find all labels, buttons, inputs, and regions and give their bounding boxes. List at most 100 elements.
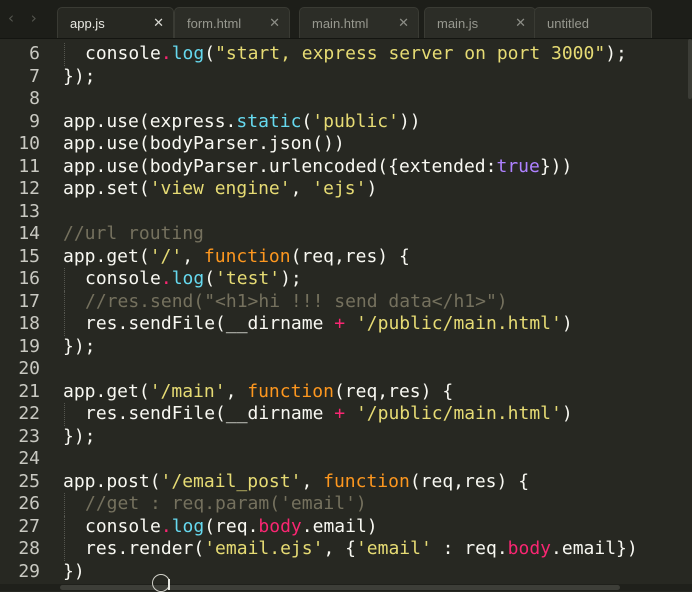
code-line[interactable]: 9 app.use(express.static('public'))	[0, 111, 692, 134]
code-token: )	[561, 313, 573, 334]
code-token: (	[301, 110, 313, 132]
line-number: 11	[18, 155, 40, 177]
close-icon[interactable]: ✕	[153, 15, 164, 31]
line-number: 15	[18, 245, 40, 267]
close-icon[interactable]: ✕	[398, 15, 409, 31]
code-token: function	[247, 380, 334, 402]
code-line[interactable]: 21 app.get('/main', function(req,res) {	[0, 381, 692, 404]
tab-main-js[interactable]: main.js ✕	[424, 7, 536, 38]
code-token: app.get(	[63, 380, 150, 402]
code-token: //get : req.param('email')	[85, 493, 367, 514]
code-text: app.get('/', function(req,res) {	[63, 246, 410, 269]
code-token: app.use(express.	[63, 110, 237, 132]
code-text: });	[63, 426, 96, 449]
code-token: +	[334, 313, 346, 334]
code-token: 'test'	[215, 268, 281, 289]
code-token: );	[280, 268, 302, 289]
tab-app-js[interactable]: app.js ✕	[57, 7, 174, 38]
code-line[interactable]: 15 app.get('/', function(req,res) {	[0, 246, 692, 269]
code-line[interactable]: 20	[0, 358, 692, 381]
vertical-scrollbar[interactable]	[688, 39, 692, 584]
tab-untitled[interactable]: untitled	[534, 7, 652, 38]
code-token: (req,res) {	[409, 470, 530, 492]
code-token: console	[85, 515, 161, 537]
code-token: ,	[182, 245, 204, 267]
code-text: app.post('/email_post', function(req,res…	[63, 471, 529, 494]
code-line[interactable]: 25 app.post('/email_post', function(req,r…	[0, 471, 692, 494]
code-line[interactable]: 8	[0, 88, 692, 111]
line-number: 28	[18, 538, 40, 559]
code-token: 'email'	[355, 538, 432, 559]
code-token: static	[236, 110, 302, 132]
tab-nav-arrows-icon[interactable]: ‹ ›	[8, 9, 43, 27]
code-token: app.use(bodyParser.json())	[63, 133, 345, 154]
code-line[interactable]: 12 app.set('view engine', 'ejs')	[0, 178, 692, 201]
code-text: app.set('view engine', 'ejs')	[63, 178, 377, 201]
code-token: '/public/main.html'	[355, 403, 562, 424]
line-number: 6	[29, 43, 40, 64]
tab-form-html[interactable]: form.html ✕	[174, 7, 290, 38]
line-number: 17	[18, 290, 40, 312]
code-line[interactable]: 29})	[0, 561, 692, 584]
code-text: });	[63, 66, 96, 89]
line-number: 21	[18, 380, 40, 402]
tab-label: form.html	[187, 15, 242, 31]
code-text: app.use(bodyParser.urlencoded({extended:…	[63, 156, 572, 179]
code-token: (	[204, 43, 216, 64]
code-text: })	[63, 561, 85, 584]
code-line[interactable]: 17 //res.send("<h1>hi !!! send data</h1>"…	[0, 290, 692, 314]
code-text: //res.send("<h1>hi !!! send data</h1>")	[85, 291, 508, 314]
code-line[interactable]: 10 app.use(bodyParser.json())	[0, 133, 692, 156]
line-number: 26	[18, 493, 40, 514]
line-number: 9	[29, 110, 40, 132]
code-text: console.log(req.body.email)	[85, 516, 378, 539]
code-token: function	[323, 470, 410, 492]
code-token: log	[171, 43, 205, 64]
code-line[interactable]: 7});	[0, 66, 692, 89]
code-line[interactable]: 22 res.sendFile(__dirname + '/public/main…	[0, 403, 692, 426]
code-line[interactable]: 27 console.log(req.body.email)	[0, 515, 692, 539]
tab-main-html[interactable]: main.html ✕	[299, 7, 419, 38]
code-token: })	[63, 560, 85, 582]
tab-label: app.js	[70, 15, 105, 31]
indent-guide	[64, 515, 66, 538]
code-token: .	[160, 268, 172, 289]
horizontal-scrollbar[interactable]	[0, 584, 692, 591]
line-number: 19	[18, 335, 40, 357]
close-icon[interactable]: ✕	[515, 15, 526, 31]
code-token: function	[203, 245, 291, 267]
close-icon[interactable]: ✕	[269, 15, 280, 31]
code-token: )	[366, 178, 378, 199]
code-token: });	[63, 335, 96, 357]
code-line[interactable]: 6 console.log("start, express server on p…	[0, 43, 692, 66]
code-token: body	[258, 515, 302, 537]
tab-bar: ‹ › app.js ✕ form.html ✕ main.html ✕ main.js ✕ u…	[0, 0, 692, 39]
tab-label: untitled	[547, 15, 589, 31]
code-text: });	[63, 336, 96, 359]
code-token: app.post(	[63, 470, 161, 492]
line-number: 18	[18, 313, 40, 334]
code-text: console.log("start, express server on po…	[85, 43, 627, 66]
line-number: 16	[18, 268, 40, 289]
code-line[interactable]: 28 res.render('email.ejs', {'email' : req…	[0, 538, 692, 561]
vertical-scrollbar-thumb[interactable]	[688, 39, 692, 99]
code-line[interactable]: 19});	[0, 336, 692, 359]
line-number: 20	[18, 358, 40, 379]
code-token: app.use(bodyParser.urlencoded({extended:	[63, 155, 497, 177]
code-line[interactable]: 13	[0, 201, 692, 224]
code-line[interactable]: 16 console.log('test');	[0, 268, 692, 291]
code-token: '/'	[149, 245, 183, 267]
code-line[interactable]: 26 //get : req.param('email')	[0, 493, 692, 516]
code-line[interactable]: 14 //url routing	[0, 223, 692, 246]
code-line[interactable]: 11 app.use(bodyParser.urlencoded({extende…	[0, 156, 692, 179]
code-line[interactable]: 18 res.sendFile(__dirname + '/public/main…	[0, 313, 692, 336]
horizontal-scrollbar-thumb[interactable]	[60, 585, 620, 590]
code-editor[interactable]: 6 console.log("start, express server on p…	[0, 39, 692, 591]
code-token: body	[507, 538, 552, 559]
code-token: console	[85, 268, 161, 289]
code-text: app.use(bodyParser.json())	[63, 133, 345, 156]
code-line[interactable]: 24	[0, 448, 692, 471]
code-line[interactable]: 23});	[0, 426, 692, 449]
